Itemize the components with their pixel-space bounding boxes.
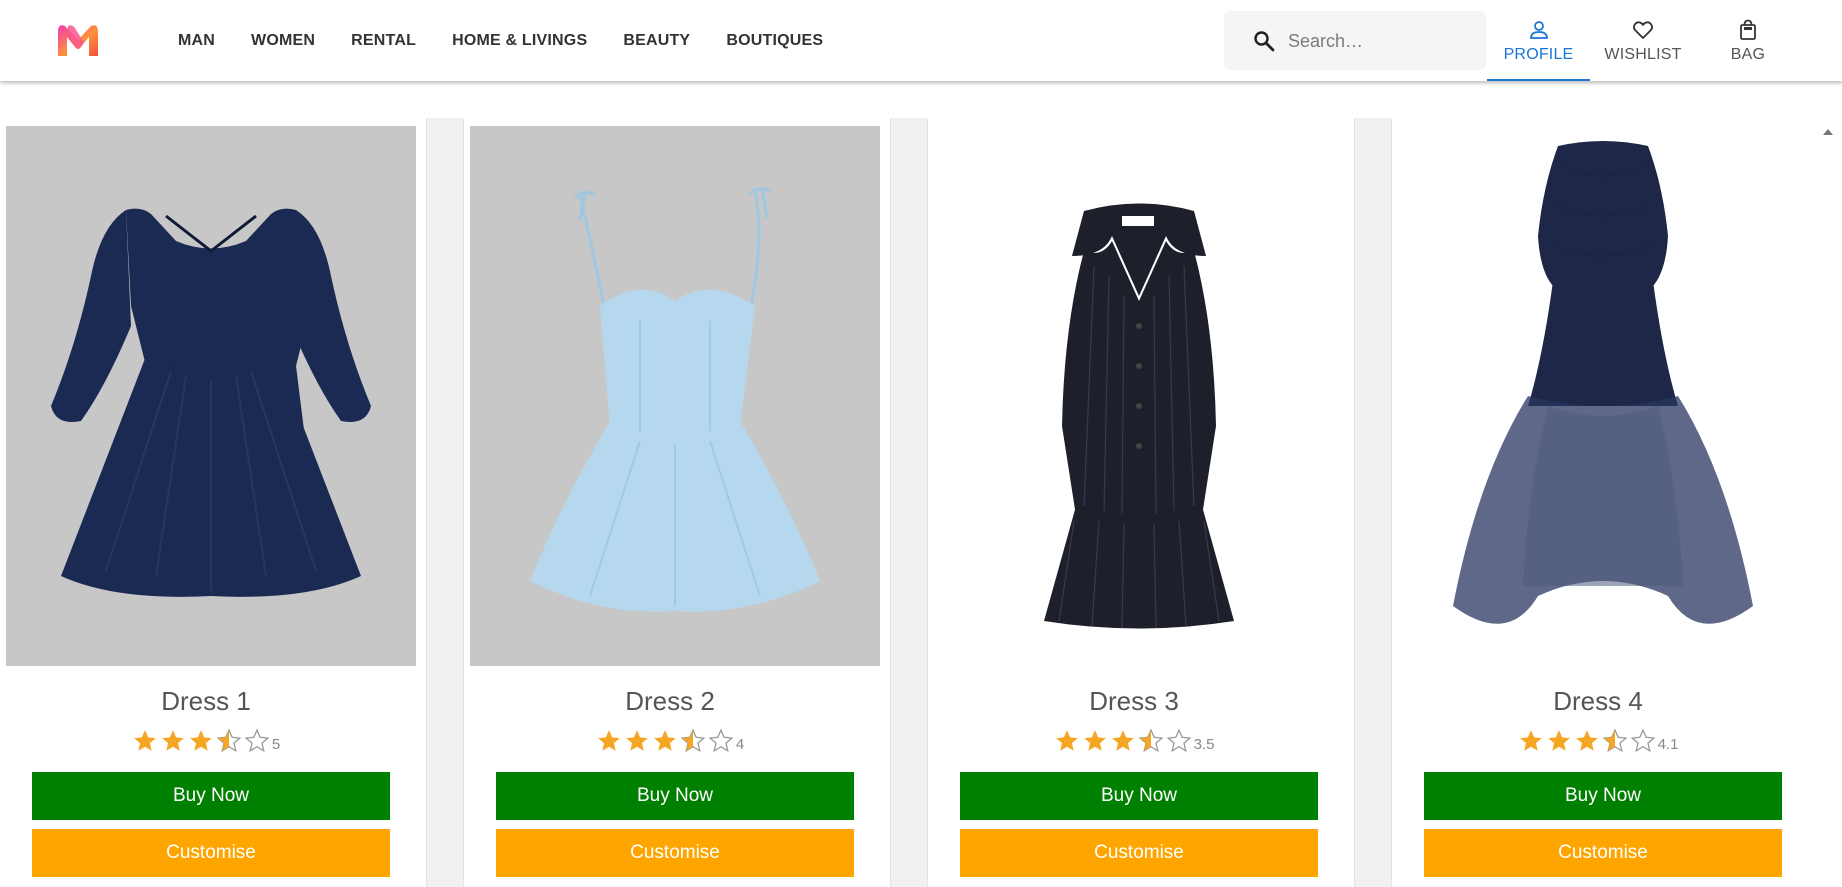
nav-item-man[interactable]: MAN bbox=[160, 32, 233, 50]
rating-value: 5 bbox=[271, 736, 281, 753]
heart-icon bbox=[1633, 20, 1653, 39]
product-card: Dress 2 4 Buy Now Customise bbox=[464, 118, 880, 887]
profile-label: PROFILE bbox=[1503, 45, 1574, 63]
search-box bbox=[1224, 11, 1486, 70]
product-rating: 5 bbox=[0, 728, 412, 754]
product-title[interactable]: Dress 1 bbox=[0, 686, 412, 717]
customise-button[interactable]: Customise bbox=[1424, 829, 1782, 877]
rating-stars bbox=[132, 728, 270, 754]
star-full-icon bbox=[1547, 730, 1570, 751]
top-header: MAN WOMEN RENTAL HOME & LIVINGS BEAUTY B… bbox=[0, 0, 1842, 81]
dress-3-image bbox=[1044, 203, 1234, 629]
bag-icon bbox=[1740, 19, 1756, 40]
product-rating: 4 bbox=[464, 728, 876, 754]
product-title[interactable]: Dress 2 bbox=[464, 686, 876, 717]
product-image[interactable] bbox=[1398, 126, 1808, 666]
customise-button[interactable]: Customise bbox=[960, 829, 1318, 877]
rating-value: 3.5 bbox=[1193, 736, 1215, 753]
nav-item-women[interactable]: WOMEN bbox=[233, 32, 333, 50]
customise-button[interactable]: Customise bbox=[496, 829, 854, 877]
rating-value: 4.1 bbox=[1657, 736, 1679, 753]
wishlist-button[interactable]: WISHLIST bbox=[1593, 0, 1693, 81]
nav-item-boutiques[interactable]: BOUTIQUES bbox=[708, 32, 841, 50]
nav-item-home-livings[interactable]: HOME & LIVINGS bbox=[434, 32, 605, 50]
star-half-icon bbox=[216, 728, 242, 753]
product-card: Dress 1 5 Buy Now Customise bbox=[0, 118, 416, 887]
star-full-icon bbox=[597, 730, 620, 751]
bag-label: BAG bbox=[1730, 45, 1766, 63]
search-icon[interactable] bbox=[1252, 29, 1276, 53]
card-divider bbox=[1354, 118, 1392, 887]
rating-value: 4 bbox=[735, 736, 745, 753]
myntra-logo[interactable] bbox=[54, 20, 102, 58]
star-full-icon bbox=[1519, 730, 1542, 751]
product-image[interactable] bbox=[6, 126, 416, 666]
wishlist-label: WISHLIST bbox=[1604, 45, 1682, 63]
star-full-icon bbox=[189, 730, 212, 751]
product-title[interactable]: Dress 3 bbox=[928, 686, 1340, 717]
star-full-icon bbox=[1575, 730, 1598, 751]
bag-button[interactable]: BAG bbox=[1698, 0, 1798, 81]
buy-now-button[interactable]: Buy Now bbox=[1424, 772, 1782, 820]
star-full-icon bbox=[1055, 730, 1078, 751]
dress-2-image bbox=[530, 187, 820, 612]
star-full-icon bbox=[1083, 730, 1106, 751]
star-empty-icon bbox=[1166, 728, 1191, 753]
dress-4-image bbox=[1453, 141, 1753, 624]
rating-stars bbox=[1054, 728, 1192, 754]
main-nav: MAN WOMEN RENTAL HOME & LIVINGS BEAUTY B… bbox=[160, 0, 841, 81]
star-full-icon bbox=[1111, 730, 1134, 751]
rating-stars bbox=[596, 728, 734, 754]
product-rating: 3.5 bbox=[928, 728, 1340, 754]
card-divider bbox=[890, 118, 928, 887]
rating-stars bbox=[1518, 728, 1656, 754]
product-title[interactable]: Dress 4 bbox=[1392, 686, 1804, 717]
star-full-icon bbox=[133, 730, 156, 751]
profile-button[interactable]: PROFILE bbox=[1487, 0, 1590, 81]
product-grid: Dress 1 5 Buy Now Customise Dress 2 4 Bu… bbox=[0, 118, 1842, 887]
star-full-icon bbox=[653, 730, 676, 751]
star-full-icon bbox=[161, 730, 184, 751]
star-half-icon bbox=[680, 728, 706, 753]
card-divider bbox=[426, 118, 464, 887]
buy-now-button[interactable]: Buy Now bbox=[960, 772, 1318, 820]
star-half-icon bbox=[1602, 728, 1627, 753]
product-card: Dress 3 3.5 Buy Now Customise bbox=[928, 118, 1340, 887]
scroll-up-arrow-icon[interactable] bbox=[1820, 124, 1836, 140]
star-full-icon bbox=[625, 730, 648, 751]
star-empty-icon bbox=[1630, 728, 1655, 753]
product-card: Dress 4 4.1 Buy Now Customise bbox=[1392, 118, 1804, 887]
star-half-icon bbox=[1138, 728, 1163, 753]
star-empty-icon bbox=[708, 728, 734, 753]
person-icon bbox=[1529, 20, 1548, 39]
product-image[interactable] bbox=[470, 126, 880, 666]
dress-1-image bbox=[51, 208, 371, 597]
nav-item-beauty[interactable]: BEAUTY bbox=[605, 32, 708, 50]
product-image[interactable] bbox=[934, 126, 1344, 666]
star-empty-icon bbox=[244, 728, 270, 753]
search-input[interactable] bbox=[1288, 26, 1468, 56]
buy-now-button[interactable]: Buy Now bbox=[32, 772, 390, 820]
customise-button[interactable]: Customise bbox=[32, 829, 390, 877]
buy-now-button[interactable]: Buy Now bbox=[496, 772, 854, 820]
product-rating: 4.1 bbox=[1392, 728, 1804, 754]
nav-item-rental[interactable]: RENTAL bbox=[333, 32, 434, 50]
